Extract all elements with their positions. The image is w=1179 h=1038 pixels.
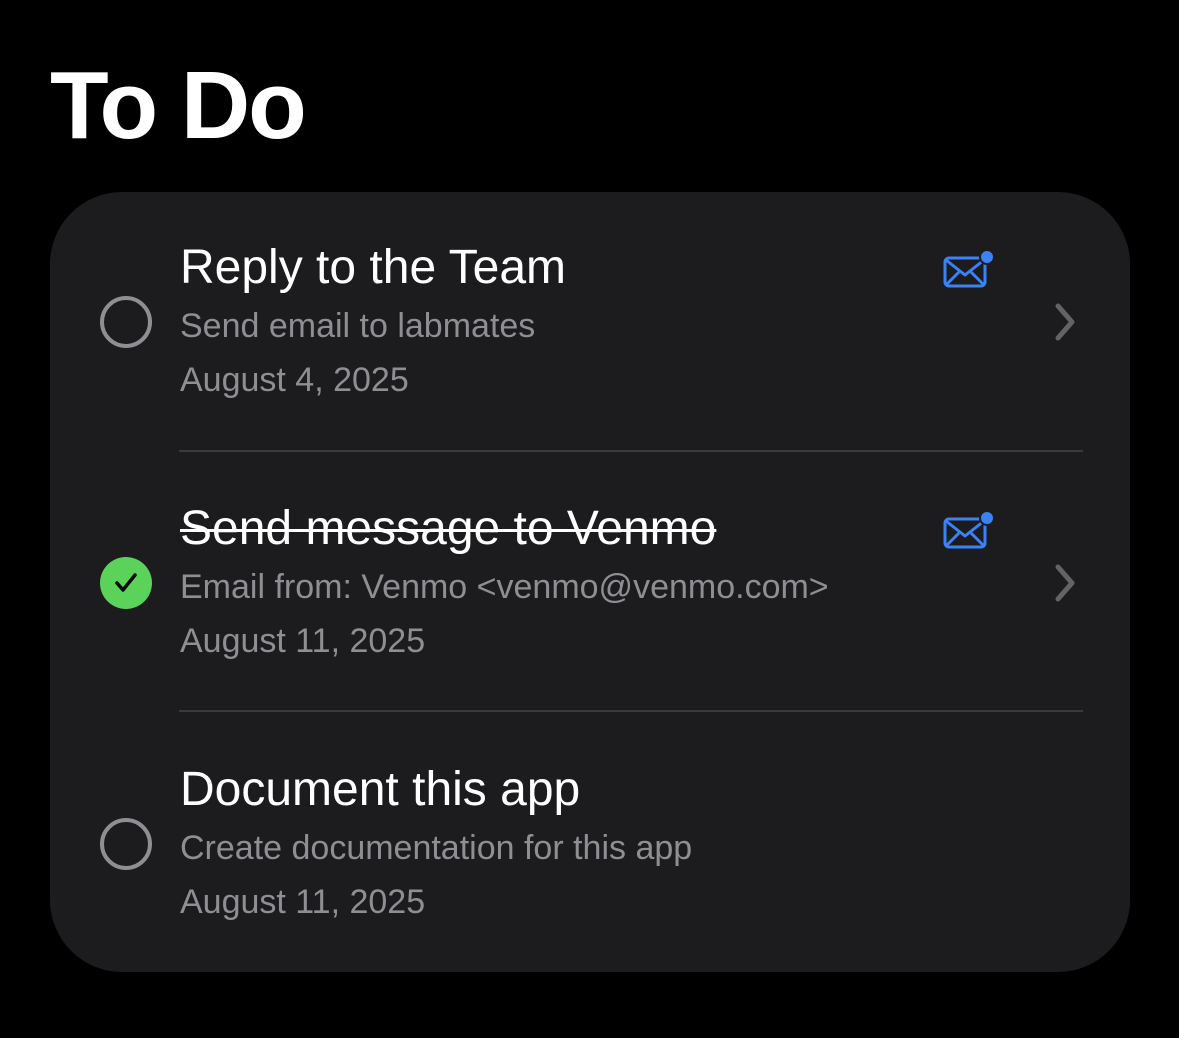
todo-screen: To Do Reply to the Team Send email to la… — [0, 0, 1179, 1038]
todo-item-texts: Send message to Venmo Email from: Venmo … — [180, 501, 960, 665]
row-divider — [179, 710, 1083, 712]
todo-item-texts: Document this app Create documentation f… — [180, 762, 960, 926]
incomplete-checkbox[interactable] — [100, 818, 152, 870]
todo-item-subtitle: Send email to labmates — [180, 307, 536, 345]
todo-item[interactable]: Document this app Create documentation f… — [50, 714, 1130, 972]
completed-checkbox[interactable] — [100, 557, 152, 609]
chevron-right-icon[interactable] — [1050, 300, 1080, 344]
todo-item-date: August 4, 2025 — [180, 361, 409, 399]
todo-item-date: August 11, 2025 — [180, 883, 426, 921]
todo-item-title: Send message to Venmo — [180, 502, 717, 555]
todo-item-title: Document this app — [180, 763, 581, 816]
mail-unread-icon[interactable] — [942, 248, 996, 290]
todo-item-subtitle: Email from: Venmo <venmo@venmo.com> — [180, 568, 829, 606]
chevron-right-icon[interactable] — [1050, 561, 1080, 605]
todo-list: Reply to the Team Send email to labmates… — [50, 192, 1130, 972]
page-title: To Do — [50, 52, 307, 159]
row-divider — [179, 450, 1083, 452]
todo-item-title: Reply to the Team — [180, 241, 566, 294]
todo-item[interactable]: Send message to Venmo Email from: Venmo … — [50, 453, 1130, 713]
todo-item-subtitle: Create documentation for this app — [180, 829, 693, 867]
checkmark-icon — [115, 573, 137, 592]
incomplete-checkbox[interactable] — [100, 296, 152, 348]
mail-unread-icon[interactable] — [942, 509, 996, 551]
todo-item[interactable]: Reply to the Team Send email to labmates… — [50, 192, 1130, 452]
todo-item-texts: Reply to the Team Send email to labmates… — [180, 240, 960, 404]
todo-item-date: August 11, 2025 — [180, 622, 426, 660]
